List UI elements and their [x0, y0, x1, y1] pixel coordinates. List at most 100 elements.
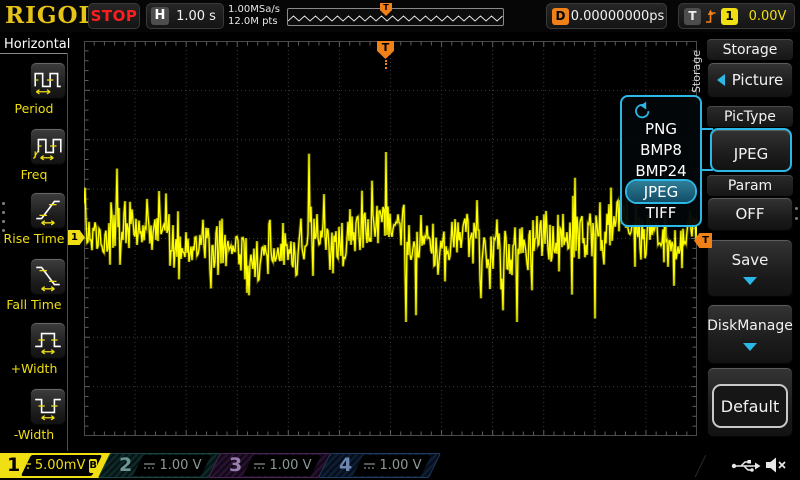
menu-item-freq: Freq [0, 128, 68, 182]
run-state-label: STOP [91, 7, 138, 25]
popup-item-bmp24[interactable]: BMP24 [627, 160, 695, 181]
channel-3-tab[interactable]: 1.00 V 3 [222, 453, 329, 478]
channel-4-scale-box: 1.00 V [353, 455, 431, 476]
diskmanage-softkey[interactable]: DiskManage [707, 304, 793, 364]
minus-width-button[interactable] [30, 388, 66, 425]
menu-item-plus-width: +Width [0, 322, 68, 376]
save-softkey[interactable]: Save [707, 239, 793, 297]
waveform-display-area [84, 41, 697, 436]
horizontal-key-icon: H [151, 7, 169, 25]
menu-item-label: Rise Time [0, 231, 68, 246]
menu-frame [0, 53, 67, 54]
pictype-value: JPEG [734, 145, 769, 163]
menu-scroll-dots [2, 196, 5, 238]
popup-item-tiff[interactable]: TIFF [627, 202, 695, 223]
pictype-section-title: PicType [707, 106, 793, 127]
minus-width-icon [32, 389, 64, 423]
preview-wave-icon [288, 9, 503, 25]
freq-button[interactable] [30, 128, 66, 165]
delay-value: 0.00000000ps [569, 9, 666, 24]
period-button[interactable] [30, 62, 66, 99]
dc-coupling-icon [143, 461, 156, 471]
channel-4-scale: 1.00 V [380, 458, 422, 473]
period-icon [32, 63, 64, 97]
default-label: Default [721, 397, 779, 416]
memory-waveform-preview[interactable] [287, 8, 504, 26]
channel-3-scale: 1.00 V [270, 458, 312, 473]
delay-icon: D [552, 8, 569, 25]
menu-item-period: Period [0, 62, 68, 116]
trigger-icon: T [684, 8, 701, 25]
channel-3-number: 3 [229, 453, 242, 478]
channel1-offset-marker[interactable]: 1 [68, 230, 85, 245]
run-stop-status[interactable]: STOP [88, 3, 140, 29]
rise-time-icon [32, 193, 64, 227]
panel-dot [795, 207, 798, 210]
storage-softkey-menu: Storage Storage Picture PicType JPEG Par… [702, 32, 800, 452]
channel-4-number: 4 [339, 453, 352, 478]
status-separator [695, 455, 707, 477]
channel-1-scale-box: 5.00mV B [21, 455, 102, 476]
panel-dot [795, 217, 798, 220]
chevron-down-icon [743, 277, 757, 285]
freq-icon [32, 129, 64, 163]
channel-1-scale: 5.00mV [35, 458, 86, 473]
timebase-value: 1.00 s [169, 9, 223, 24]
channel-1-tab[interactable]: 5.00mV B 1 [0, 453, 110, 478]
rigol-logo: RIGOL [5, 2, 96, 29]
default-softkey[interactable]: Default [712, 384, 788, 428]
channel-status-bar: 5.00mV B 1 1.00 V 2 [0, 452, 800, 480]
fall-time-icon [32, 259, 64, 293]
pictype-softkey[interactable]: JPEG [710, 128, 792, 172]
param-value: OFF [735, 205, 764, 223]
storage-type-softkey[interactable]: Picture [707, 62, 793, 98]
fall-time-button[interactable] [30, 258, 66, 295]
dc-coupling-icon [363, 461, 376, 471]
delay-box[interactable]: D 0.00000000ps [546, 3, 667, 29]
menu-item-label: Freq [0, 167, 68, 182]
speaker-muted-icon [765, 455, 789, 475]
param-section-title: Param [707, 175, 793, 196]
channel-1-number: 1 [7, 453, 20, 478]
storage-type-value: Picture [732, 71, 784, 89]
channel-2-number: 2 [119, 453, 132, 478]
acquisition-info: 1.00MSa/s 12.0M pts [228, 4, 280, 28]
pictype-popup-menu: PNG BMP8 BMP24 JPEG TIFF [620, 95, 702, 227]
plus-width-icon [32, 323, 64, 357]
channel-4-tab[interactable]: 1.00 V 4 [332, 453, 439, 478]
menu-item-minus-width: -Width [0, 388, 68, 442]
rotate-ccw-icon [629, 101, 651, 119]
diskmanage-label: DiskManage [707, 318, 793, 334]
popup-item-bmp8[interactable]: BMP8 [627, 139, 695, 160]
rise-time-button[interactable] [30, 192, 66, 229]
menu-item-label: Period [0, 101, 68, 116]
bandwidth-limit-badge: B [89, 459, 97, 473]
plus-width-button[interactable] [30, 322, 66, 359]
dc-coupling-icon [253, 461, 266, 471]
top-status-bar: RIGOL STOP H 1.00 s 1.00MSa/s 12.0M pts … [0, 0, 800, 32]
memory-depth: 12.0M pts [228, 16, 280, 28]
rising-edge-icon [704, 8, 717, 25]
channel1-waveform-trace [84, 41, 697, 436]
channel-2-scale-box: 1.00 V [133, 455, 211, 476]
storage-section-title: Storage [707, 39, 793, 60]
channel-2-scale: 1.00 V [160, 458, 202, 473]
menu-item-label: Fall Time [0, 297, 68, 312]
horizontal-timebase-box[interactable]: H 1.00 s [146, 3, 224, 29]
channel-2-tab[interactable]: 1.00 V 2 [112, 453, 219, 478]
oscilloscope-screen: RIGOL STOP H 1.00 s 1.00MSa/s 12.0M pts … [0, 0, 800, 480]
popup-item-png[interactable]: PNG [627, 118, 695, 139]
trigger-source-badge: 1 [721, 8, 738, 25]
chevron-down-icon [743, 343, 757, 351]
menu-item-label: +Width [0, 361, 68, 376]
sample-rate: 1.00MSa/s [228, 4, 280, 16]
popup-item-jpeg-selected[interactable]: JPEG [627, 181, 695, 202]
menu-item-fall-time: Fall Time [0, 258, 68, 312]
channel-3-scale-box: 1.00 V [243, 455, 321, 476]
menu-item-rise-time: Rise Time [0, 192, 68, 246]
usb-icon [731, 458, 761, 474]
menu-tab-label: Storage [690, 50, 703, 93]
param-softkey[interactable]: OFF [707, 197, 793, 231]
menu-title: Horizontal [4, 37, 70, 52]
trigger-status-box[interactable]: T 1 0.00V [678, 3, 795, 29]
